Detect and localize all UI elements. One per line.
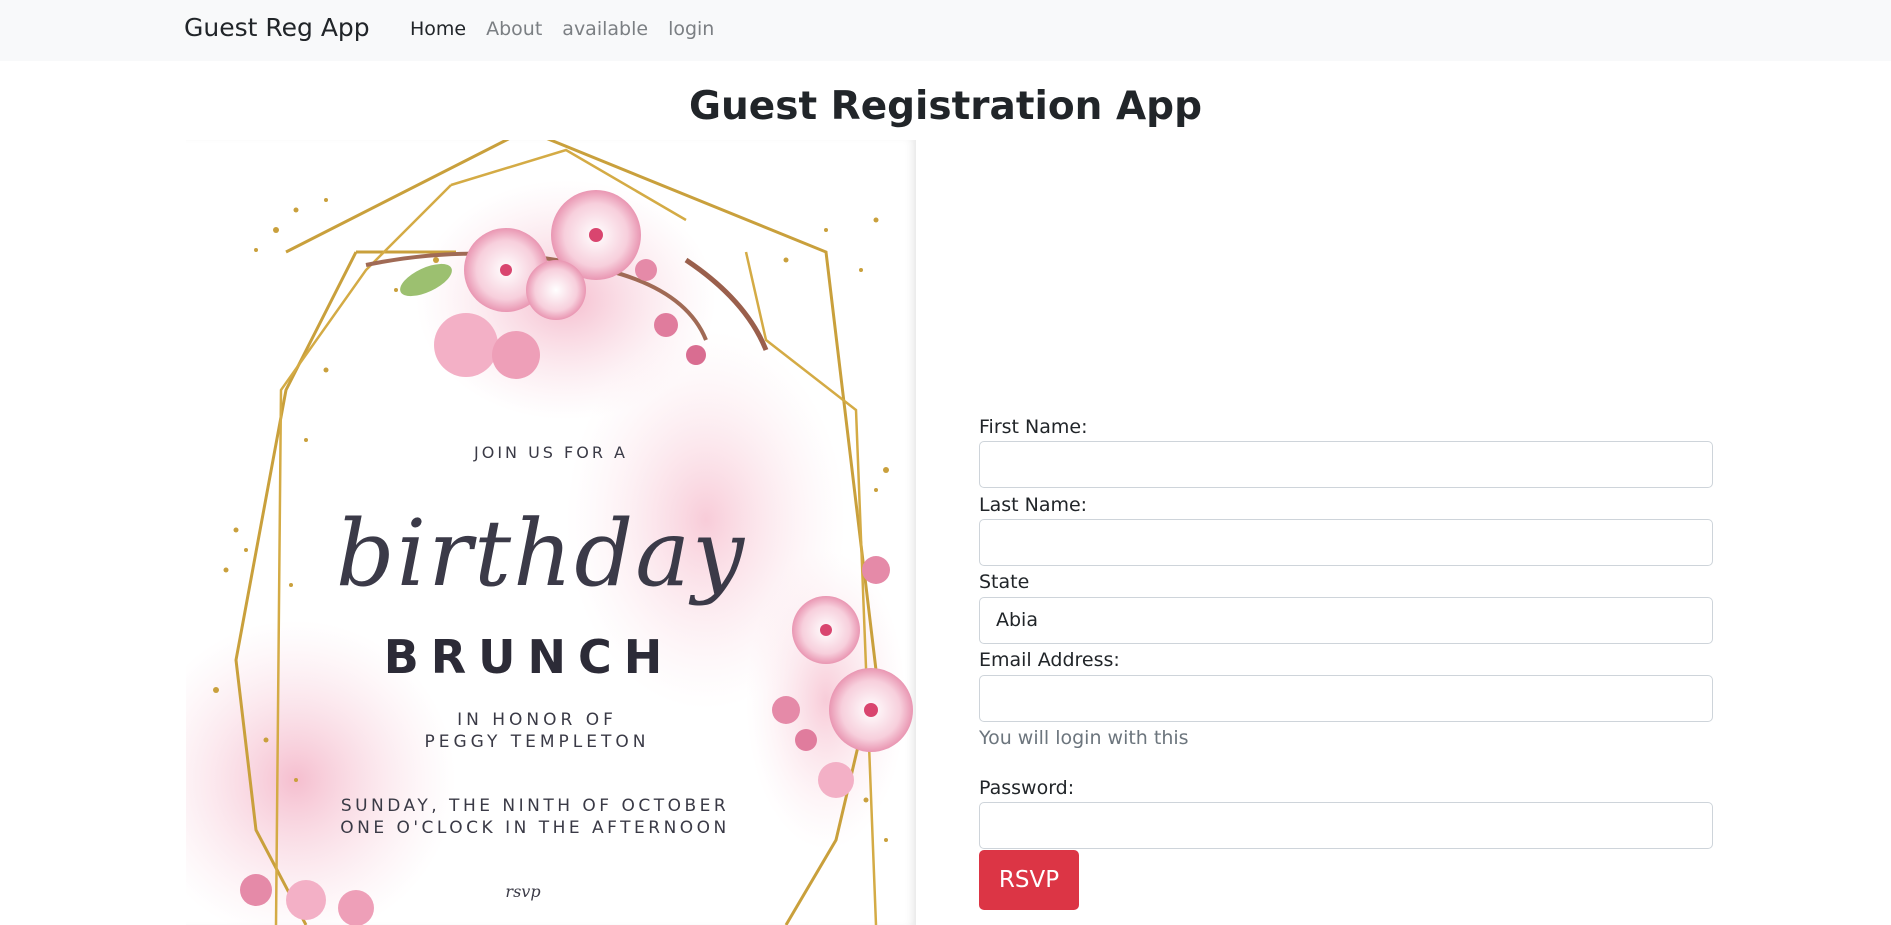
navbar-brand[interactable]: Guest Reg App — [184, 12, 370, 44]
first-name-label: First Name: — [979, 416, 1088, 438]
invitation-line-join: JOIN US FOR A — [474, 443, 628, 462]
last-name-label: Last Name: — [979, 494, 1088, 516]
nav-links: Home About available login — [410, 16, 734, 42]
invitation-line-time: ONE O'CLOCK IN THE AFTERNOON — [340, 818, 730, 838]
nav-link-available[interactable]: available — [562, 16, 648, 42]
email-label: Email Address: — [979, 649, 1120, 671]
invitation-line-rsvp: rsvp — [505, 882, 541, 901]
nav-link-login[interactable]: login — [668, 16, 714, 42]
last-name-input[interactable] — [979, 519, 1713, 566]
invitation-image: JOIN US FOR A birthday BRUNCH IN HONOR O… — [186, 140, 916, 925]
rsvp-button[interactable]: RSVP — [979, 850, 1079, 910]
nav-link-about[interactable]: About — [486, 16, 542, 42]
nav-link-home[interactable]: Home — [410, 16, 466, 42]
password-input[interactable] — [979, 802, 1713, 849]
invitation-line-date: SUNDAY, THE NINTH OF OCTOBER — [340, 796, 730, 816]
password-label: Password: — [979, 777, 1075, 799]
invitation-line-honor: IN HONOR OF — [457, 710, 617, 730]
page-title: Guest Registration App — [689, 84, 1202, 129]
navbar: Guest Reg App Home About available login — [0, 0, 1891, 61]
invitation-line-name: PEGGY TEMPLETON — [424, 732, 650, 752]
invitation-line-brunch: BRUNCH — [383, 630, 675, 684]
state-select[interactable]: Abia — [979, 597, 1713, 644]
email-help-text: You will login with this — [979, 727, 1189, 749]
invitation-line-birthday: birthday — [335, 500, 747, 607]
email-input[interactable] — [979, 675, 1713, 722]
first-name-input[interactable] — [979, 441, 1713, 488]
state-label: State — [979, 571, 1030, 593]
